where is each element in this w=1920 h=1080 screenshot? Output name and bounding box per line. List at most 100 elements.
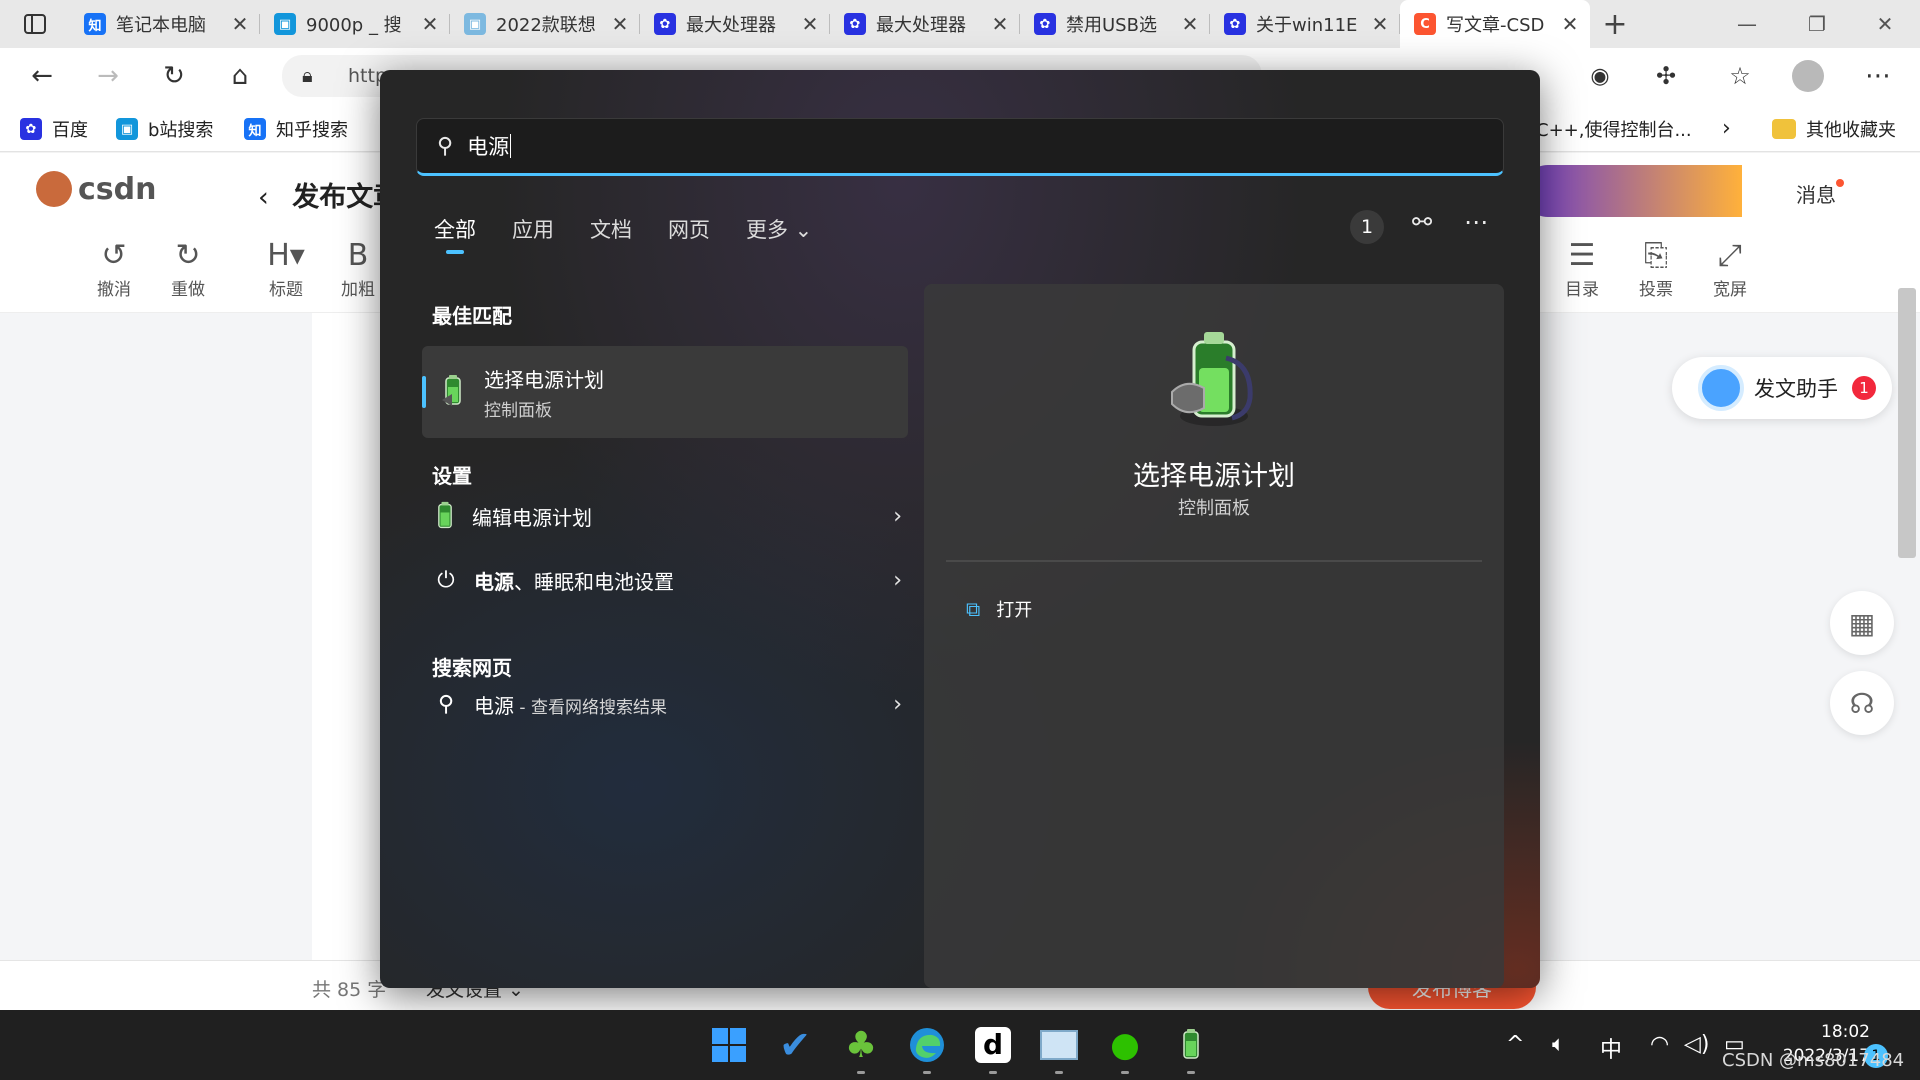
more-options-icon[interactable]: ⋯ xyxy=(1464,208,1488,236)
profile-extension-icon[interactable]: ◉ xyxy=(1580,56,1620,96)
chevron-right-icon: › xyxy=(893,691,902,717)
start-button[interactable] xyxy=(704,1020,754,1070)
toolbar-icon: ⤢ xyxy=(1718,238,1742,273)
assistant-badge: 1 xyxy=(1852,376,1876,400)
favorite-item[interactable]: 知知乎搜索 xyxy=(244,116,348,142)
headset-icon[interactable]: ☊ xyxy=(1830,671,1894,735)
preview-subtitle: 控制面板 xyxy=(1178,498,1250,519)
wifi-icon[interactable]: ◠ xyxy=(1650,1032,1669,1057)
other-favorites[interactable]: 其他收藏夹 xyxy=(1772,116,1896,142)
result-preview-pane: 选择电源计划 控制面板 ⧉ 打开 xyxy=(924,284,1504,988)
back-button[interactable]: ← xyxy=(22,56,62,96)
open-action[interactable]: ⧉ 打开 xyxy=(966,596,1032,622)
browser-tab[interactable]: ✿ 最大处理器 ✕ xyxy=(830,0,1020,48)
home-button[interactable]: ⌂ xyxy=(220,56,260,96)
settings-item-power-sleep-battery[interactable]: ⏻ 电源、睡眠和电池设置 › xyxy=(432,560,902,600)
taskbar: ✔ ♣ d ● ^ 🔈︎ 中 ◠ ◁) ▭ 18:02 2022/3/17 1 xyxy=(0,1010,1920,1080)
browser-tab[interactable]: 知笔记本电脑 ✕ xyxy=(70,0,260,48)
browser-tab-strip: 知笔记本电脑 ✕ ▣ 9000p _ 搜 ✕ ▣ 2022款联想 ✕ ✿ 最大处理器 ✕ ✿ 最大处理器… xyxy=(0,0,1920,48)
close-tab-icon[interactable]: ✕ xyxy=(1180,12,1200,36)
page-scrollbar[interactable] xyxy=(1898,288,1916,558)
extensions-icon[interactable]: ✣ xyxy=(1646,56,1686,96)
windows-search-panel: ⚲ 电源 全部 应用 文档 网页 更多 ⌄ 1 ⚯ ⋯ 最佳匹配 选择电源计划 控制面板… xyxy=(380,70,1540,988)
bilibili-icon: ▣ xyxy=(464,13,486,35)
chevron-right-icon[interactable]: › xyxy=(1722,116,1731,141)
toolbar-button[interactable]: ☰ 目录 xyxy=(1554,237,1610,300)
promo-banner[interactable] xyxy=(1522,165,1742,217)
browser-tab[interactable]: ▣ 2022款联想 ✕ xyxy=(450,0,640,48)
avatar[interactable] xyxy=(1788,56,1828,96)
search-tab[interactable]: 更多 ⌄ xyxy=(746,214,812,244)
speaker-icon[interactable]: 🔈︎ xyxy=(1552,1032,1565,1057)
share-icon[interactable]: ⚯ xyxy=(1412,208,1432,236)
close-tab-icon[interactable]: ✕ xyxy=(990,12,1010,36)
show-hidden-icons-chevron[interactable]: ^ xyxy=(1506,1032,1524,1057)
csdn-icon: C xyxy=(1414,13,1436,35)
close-tab-icon[interactable]: ✕ xyxy=(800,12,820,36)
toolbar-button[interactable]: H▾ 标题 xyxy=(258,237,314,300)
refresh-button[interactable]: ↻ xyxy=(154,56,194,96)
settings-item-edit-power-plan[interactable]: 编辑电源计划 › xyxy=(432,496,902,536)
browser-tab[interactable]: C 写文章-CSD ✕ xyxy=(1400,0,1590,48)
tab-actions-button[interactable] xyxy=(0,0,70,48)
chevron-left-icon[interactable]: ‹ xyxy=(258,182,269,213)
volume-icon[interactable]: ◁) xyxy=(1684,1032,1710,1057)
favorites-icon[interactable]: ☆ xyxy=(1720,56,1760,96)
more-menu-icon[interactable]: ⋯ xyxy=(1858,56,1898,96)
chevron-right-icon: › xyxy=(893,503,902,529)
close-window-button[interactable]: ✕ xyxy=(1850,0,1920,48)
search-input[interactable]: ⚲ 电源 xyxy=(416,118,1504,176)
writing-assistant-button[interactable]: 发文助手 1 xyxy=(1672,357,1892,419)
new-tab-button[interactable]: + xyxy=(1590,7,1640,42)
ime-indicator[interactable]: 中 xyxy=(1600,1032,1622,1064)
toolbar-button[interactable]: ↻ 重做 xyxy=(160,237,216,300)
browser-tab[interactable]: ✿ 最大处理器 ✕ xyxy=(640,0,830,48)
resource-monitor-icon[interactable] xyxy=(1034,1020,1084,1074)
watermark-text: CSDN @ms8017484 xyxy=(1722,1050,1905,1071)
toolbar-icon: ⎘ xyxy=(1644,238,1668,273)
messages-link[interactable]: 消息 xyxy=(1796,179,1844,208)
csdn-logo[interactable]: csdn xyxy=(36,171,156,207)
favorite-item[interactable]: ▣ b站搜索 xyxy=(116,116,213,142)
todo-app-icon[interactable]: ✔ xyxy=(770,1020,820,1070)
assistant-avatar xyxy=(1698,365,1744,411)
edge-browser-icon[interactable] xyxy=(902,1020,952,1074)
browser-tab[interactable]: ✿ 关于win11E ✕ xyxy=(1210,0,1400,48)
search-tab[interactable]: 文档 xyxy=(590,214,632,244)
toolbar-button[interactable]: ⎘ 投票 xyxy=(1628,237,1684,300)
minimize-button[interactable]: — xyxy=(1712,0,1782,48)
power-options-taskbar-icon[interactable] xyxy=(1166,1020,1216,1074)
clover-app-icon[interactable]: ♣ xyxy=(836,1020,886,1074)
toolbar-button[interactable]: ↺ 撤消 xyxy=(86,237,142,300)
baidu-icon: ✿ xyxy=(1034,13,1056,35)
wechat-icon[interactable]: ● xyxy=(1100,1020,1150,1074)
result-count-badge[interactable]: 1 xyxy=(1350,210,1384,244)
search-filter-tabs: 全部 应用 文档 网页 更多 ⌄ xyxy=(434,214,848,254)
close-tab-icon[interactable]: ✕ xyxy=(1560,12,1580,36)
lock-icon: 🔒︎ xyxy=(302,63,313,87)
toolbar-icon: ↻ xyxy=(175,238,201,273)
search-tab[interactable]: 应用 xyxy=(512,214,554,244)
close-tab-icon[interactable]: ✕ xyxy=(230,12,250,36)
dida-app-icon[interactable]: d xyxy=(968,1020,1018,1074)
favorite-icon: 知 xyxy=(244,118,266,140)
browser-tab[interactable]: ▣ 9000p _ 搜 ✕ xyxy=(260,0,450,48)
toolbar-button[interactable]: B 加粗 xyxy=(330,237,386,300)
close-tab-icon[interactable]: ✕ xyxy=(420,12,440,36)
toolbar-icon: ☰ xyxy=(1568,238,1596,273)
web-search-item[interactable]: ⚲ 电源 - 查看网络搜索结果 › xyxy=(432,684,902,724)
favorite-item[interactable]: ✿ 百度 xyxy=(20,116,88,142)
search-icon: ⚲ xyxy=(437,133,454,159)
close-tab-icon[interactable]: ✕ xyxy=(610,12,630,36)
qr-code-icon[interactable]: ▦ xyxy=(1830,591,1894,655)
restore-button[interactable]: ❐ xyxy=(1782,0,1852,48)
forward-button[interactable]: → xyxy=(88,56,128,96)
tab-actions-icon xyxy=(24,14,46,34)
toolbar-button[interactable]: ⤢ 宽屏 xyxy=(1702,237,1758,300)
browser-tab[interactable]: ✿ 禁用USB选 ✕ xyxy=(1020,0,1210,48)
search-tab[interactable]: 全部 xyxy=(434,214,476,254)
best-match-item[interactable]: 选择电源计划 控制面板 xyxy=(422,346,908,438)
search-tab[interactable]: 网页 xyxy=(668,214,710,244)
close-tab-icon[interactable]: ✕ xyxy=(1370,12,1390,36)
favorite-truncated[interactable]: C++,使得控制台... xyxy=(1536,116,1692,142)
